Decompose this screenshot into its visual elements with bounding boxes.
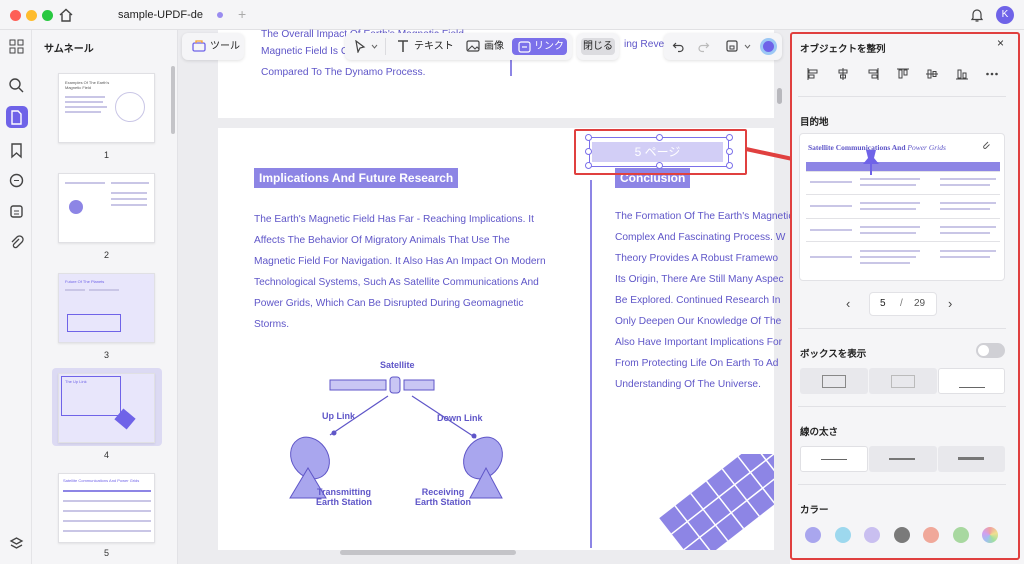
prev-page-line: Compared To The Dynamo Process.	[261, 67, 426, 78]
cursor-icon[interactable]	[354, 40, 366, 53]
bookmark-icon[interactable]	[8, 142, 25, 159]
column-divider	[590, 180, 592, 548]
resize-handle[interactable]	[585, 148, 592, 155]
layers-icon[interactable]	[8, 535, 25, 552]
thumbnail-caption: Satellite Communications And Power Grids	[63, 478, 140, 483]
new-tab-button[interactable]: +	[238, 6, 246, 22]
minimize-window-button[interactable]	[26, 10, 37, 21]
diagram-label-transmitting: Transmitting Earth Station	[316, 487, 373, 507]
paragraph-line: Only Deepen Our Knowledge Of The	[615, 316, 782, 327]
image-icon[interactable]	[466, 39, 480, 53]
left-section-heading: Implications And Future Research	[254, 168, 459, 188]
paragraph-line: The Formation Of The Earth's Magnetic	[615, 211, 794, 222]
horizontal-scrollbar[interactable]	[340, 550, 516, 555]
thumbnail-page-4[interactable]: The Up Link	[58, 373, 155, 443]
resize-handle[interactable]	[585, 134, 592, 141]
close-edit-button[interactable]: 閉じる	[581, 38, 615, 55]
grid-icon[interactable]	[8, 38, 25, 55]
zoom-window-button[interactable]	[42, 10, 53, 21]
paragraph-line: Technological Systems, Such As Satellite…	[254, 277, 539, 288]
resize-handle[interactable]	[656, 134, 663, 141]
floating-toolbar: ツール テキスト 画像 リンク 閉じる	[182, 33, 782, 60]
thumbnail-page-1[interactable]: Examples Of The Earth's Magnetic Field	[58, 73, 155, 143]
thumbnail-caption: The Up Link	[65, 379, 87, 384]
paragraph-line: The Earth's Magnetic Field Has Far - Rea…	[254, 214, 534, 225]
close-window-button[interactable]	[10, 10, 21, 21]
paragraph-line: Storms.	[254, 319, 290, 330]
home-icon[interactable]	[58, 7, 74, 23]
image-tool-button[interactable]: 画像	[484, 38, 504, 55]
link-icon[interactable]	[518, 41, 531, 53]
resize-handle[interactable]	[656, 162, 663, 169]
link-tool-label[interactable]: リンク	[534, 38, 564, 55]
chevron-down-icon[interactable]	[744, 44, 751, 49]
form-icon[interactable]	[8, 203, 25, 220]
paragraph-line: Power Grids, Which Can Be Disrupted Duri…	[254, 298, 524, 309]
thumbnail-number: 5	[103, 548, 109, 558]
thumbnail-number: 1	[103, 150, 109, 160]
resize-handle[interactable]	[726, 162, 733, 169]
paragraph-line: Magnetic Field For Navigation. It Also H…	[254, 256, 546, 267]
thumbnail-number: 3	[103, 350, 109, 360]
satellite-panel-illustration	[659, 454, 774, 550]
thumbnail-caption: Future Of The Planets	[65, 279, 105, 284]
link-box-label[interactable]: 5 ページ	[592, 142, 723, 162]
diagram-label-downlink: Down Link	[437, 413, 483, 423]
thumbnail-scrollbar[interactable]	[171, 66, 175, 134]
paragraph-line: Its Origin, There Are Still Many Aspec	[615, 274, 784, 285]
diagram-label-receiving: Receiving Earth Station	[414, 487, 471, 507]
panel-highlight-border	[790, 32, 1020, 560]
paragraph-line: Affects The Behavior Of Migratory Animal…	[254, 235, 510, 246]
avatar[interactable]: K	[996, 6, 1014, 24]
document-tab-title[interactable]: sample-UPDF-de	[118, 9, 203, 21]
tools-button[interactable]: ツール	[210, 38, 240, 55]
attachment-icon[interactable]	[8, 234, 25, 251]
redo-icon[interactable]	[697, 40, 710, 53]
thumbnail-number: 4	[103, 450, 109, 460]
save-icon[interactable]	[725, 39, 739, 53]
thumbnail-page-3[interactable]: Future Of The Planets	[58, 273, 155, 343]
paragraph-line: Understanding Of The Universe.	[615, 379, 761, 390]
thumbnail-caption: Examples Of The Earth's Magnetic Field	[65, 80, 110, 90]
text-icon[interactable]	[396, 39, 410, 53]
paragraph-line: Theory Provides A Robust Framewo	[615, 253, 779, 264]
unsaved-dot-icon	[217, 12, 223, 18]
vertical-scrollbar[interactable]	[777, 88, 782, 104]
paragraph-line: Also Have Important Implications For	[615, 337, 783, 348]
bell-icon[interactable]	[970, 7, 984, 23]
diagram-label-uplink: Up Link	[322, 411, 355, 421]
ai-assistant-icon[interactable]	[760, 38, 777, 55]
comment-icon[interactable]	[8, 172, 25, 189]
paragraph-line: Complex And Fascinating Process. W	[615, 232, 786, 243]
paragraph-line: From Protecting Life On Earth To Ad	[615, 358, 779, 369]
search-icon[interactable]	[8, 77, 25, 94]
thumbnail-number: 2	[103, 250, 109, 260]
resize-handle[interactable]	[585, 162, 592, 169]
diagram-label-satellite: Satellite	[380, 360, 415, 370]
thumbnail-panel-title: サムネール	[44, 44, 94, 55]
toolbox-icon[interactable]	[192, 39, 206, 53]
paragraph-line: Be Explored. Continued Research In	[615, 295, 781, 306]
resize-handle[interactable]	[726, 148, 733, 155]
resize-handle[interactable]	[726, 134, 733, 141]
undo-icon[interactable]	[672, 40, 685, 53]
page-icon[interactable]	[8, 109, 25, 126]
chevron-down-icon[interactable]	[371, 44, 378, 49]
thumbnail-page-5[interactable]: Satellite Communications And Power Grids	[58, 473, 155, 543]
text-tool-button[interactable]: テキスト	[414, 38, 454, 55]
thumbnail-page-2[interactable]	[58, 173, 155, 243]
